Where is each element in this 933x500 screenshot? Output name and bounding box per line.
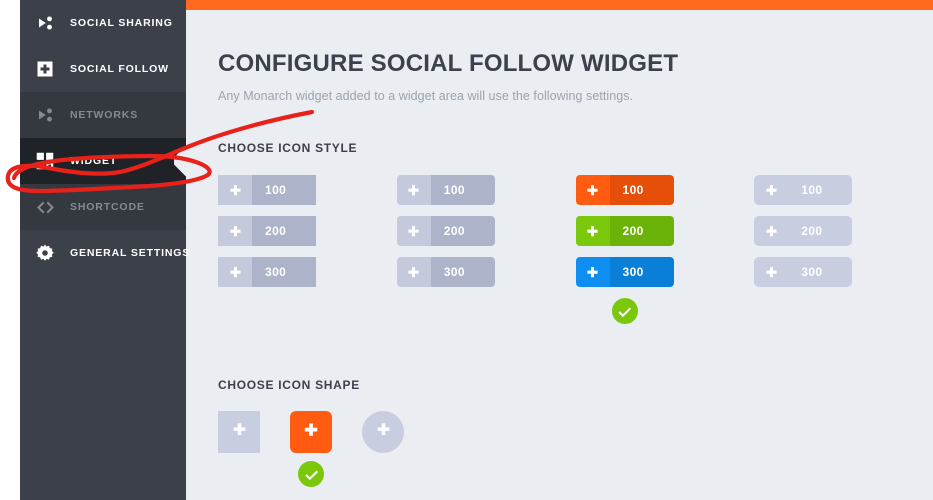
icon-style-options: 100 200 300 100 200 300 100 200 300 100 … (218, 175, 933, 324)
plus-icon (396, 175, 431, 205)
plus-icon (575, 216, 610, 246)
style-pill[interactable]: 100 (575, 175, 674, 205)
style-pill-count: 200 (430, 216, 495, 246)
style-pill[interactable]: 200 (575, 216, 674, 246)
active-item-notch (174, 146, 186, 176)
icon-shape-options (218, 411, 933, 453)
plus-icon (575, 257, 610, 287)
icon-shape-option-circle[interactable] (362, 411, 404, 453)
style-pill[interactable]: 300 (396, 257, 495, 287)
sidebar-item-label: SOCIAL SHARING (70, 17, 173, 29)
sidebar-item-label: SOCIAL FOLLOW (70, 63, 169, 75)
main-panel: CONFIGURE SOCIAL FOLLOW WIDGET Any Monar… (186, 0, 933, 500)
code-icon (34, 196, 56, 218)
style-pill[interactable]: 200 (218, 216, 316, 246)
style-pill-count: 200 (801, 224, 823, 238)
style-pill[interactable]: 300 (575, 257, 674, 287)
icon-shape-selected-check-wrap (298, 461, 933, 487)
sidebar-item-networks[interactable]: NETWORKS (20, 92, 186, 138)
style-pill-count: 100 (430, 175, 495, 205)
plus-icon (218, 175, 252, 205)
style-pill-count: 100 (609, 175, 674, 205)
icon-style-option-colored[interactable]: 100 200 300 (575, 175, 755, 324)
plus-icon (754, 175, 788, 205)
plus-icon (218, 216, 252, 246)
style-pill[interactable]: 200 (396, 216, 495, 246)
icon-style-selected-check (611, 298, 638, 324)
sidebar-item-social-follow[interactable]: SOCIAL FOLLOW (20, 46, 186, 92)
page-title: CONFIGURE SOCIAL FOLLOW WIDGET (218, 50, 679, 77)
grid-icon (34, 150, 56, 172)
sidebar-item-social-sharing[interactable]: SOCIAL SHARING (20, 0, 186, 46)
style-pill-count: 300 (801, 265, 823, 279)
style-pill[interactable]: 300 (754, 257, 853, 287)
icon-shape-option-square[interactable] (218, 411, 260, 453)
monarch-plugin-screen: SOCIAL SHARING SOCIAL FOLLOW NETWORKS WI… (0, 0, 933, 500)
style-pill[interactable]: 100 (218, 175, 316, 205)
style-pill-count: 200 (252, 216, 316, 246)
style-pill[interactable]: 100 (396, 175, 495, 205)
plus-icon (396, 257, 431, 287)
plus-icon (575, 175, 610, 205)
style-pill-count: 100 (801, 183, 823, 197)
sidebar-item-label: SHORTCODE (70, 201, 145, 213)
style-pill-count: 300 (609, 257, 674, 287)
plus-icon (754, 257, 788, 287)
page-subtitle: Any Monarch widget added to a widget are… (218, 89, 634, 103)
plus-icon (232, 422, 247, 442)
plus-icon (303, 422, 319, 443)
sidebar-item-label: GENERAL SETTINGS (70, 247, 191, 259)
icon-style-section: CHOOSE ICON STYLE 100 200 300 100 200 30… (218, 141, 933, 324)
icon-style-section-title: CHOOSE ICON STYLE (218, 141, 358, 155)
sidebar-item-general-settings[interactable]: GENERAL SETTINGS (20, 230, 189, 276)
style-pill-count: 300 (252, 257, 316, 287)
sidebar-nav: SOCIAL SHARING SOCIAL FOLLOW NETWORKS WI… (20, 0, 189, 500)
sidebar-item-widget[interactable]: WIDGET (20, 138, 186, 184)
icon-shape-section-title: CHOOSE ICON SHAPE (218, 378, 360, 392)
style-pill[interactable]: 300 (218, 257, 316, 287)
sidebar-item-shortcode[interactable]: SHORTCODE (20, 184, 186, 230)
top-accent-bar (186, 0, 933, 10)
plus-icon (376, 422, 391, 442)
icon-shape-selected-check (298, 461, 324, 487)
icon-shape-option-rounded[interactable] (290, 411, 332, 453)
plus-box-icon (34, 58, 56, 80)
sidebar-item-label: NETWORKS (70, 109, 139, 121)
plus-icon (754, 216, 788, 246)
sidebar-item-label: WIDGET (70, 155, 118, 167)
style-pill-count: 100 (252, 175, 316, 205)
gear-icon (34, 242, 56, 264)
share-icon (34, 104, 56, 126)
style-pill-count: 300 (430, 257, 495, 287)
plus-icon (396, 216, 431, 246)
icon-style-option-rounded[interactable]: 100 200 300 (396, 175, 576, 324)
style-pill[interactable]: 100 (754, 175, 853, 205)
share-icon (34, 12, 56, 34)
plus-icon (218, 257, 252, 287)
icon-style-option-sharp[interactable]: 100 200 300 (218, 175, 397, 324)
style-pill-count: 200 (609, 216, 674, 246)
style-pill[interactable]: 200 (754, 216, 853, 246)
icon-style-option-flat[interactable]: 100 200 300 (754, 175, 933, 324)
settings-content: CONFIGURE SOCIAL FOLLOW WIDGET Any Monar… (186, 10, 933, 500)
icon-shape-section: CHOOSE ICON SHAPE (218, 378, 933, 487)
